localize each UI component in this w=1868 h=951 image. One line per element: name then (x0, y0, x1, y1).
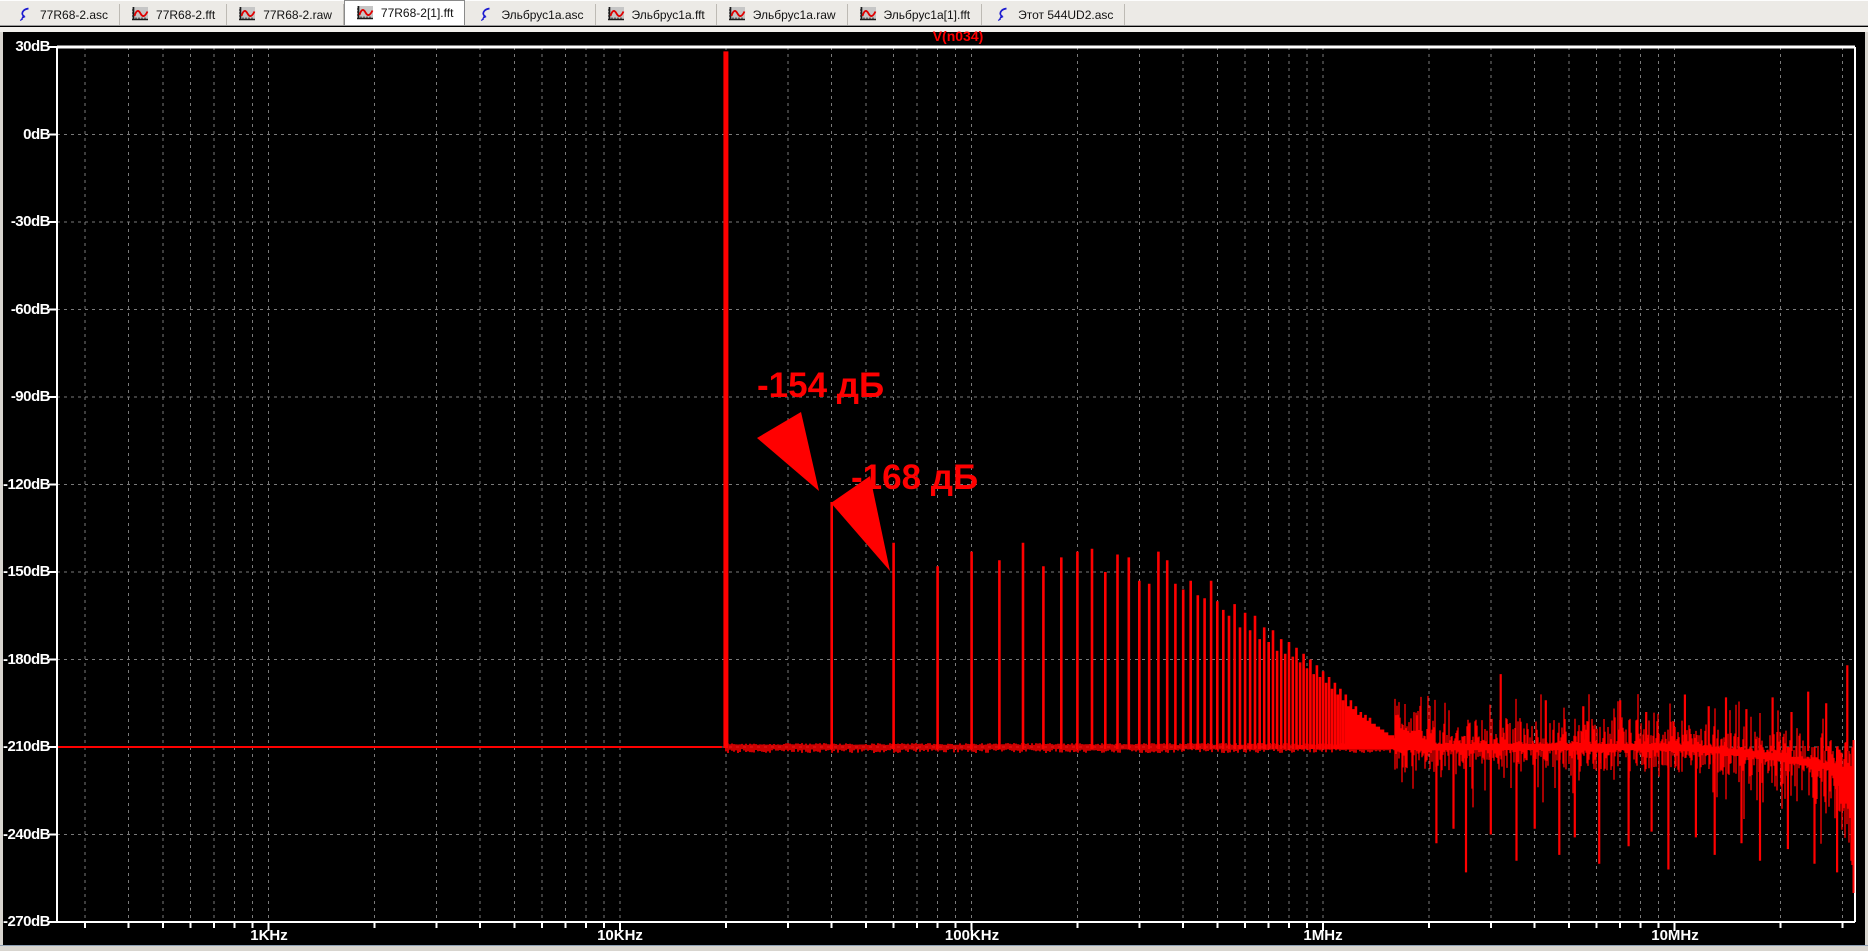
window-frame-left (0, 32, 3, 945)
waveform-icon (356, 5, 374, 21)
annotation-text-2: -168 дБ (851, 458, 979, 497)
y-axis-label: -120dB (2, 476, 51, 493)
y-axis-label: -180dB (2, 651, 51, 668)
tab-77r68-2-1-fft[interactable]: 77R68-2[1].fft (343, 0, 466, 25)
y-axis-label: 0dB (23, 126, 50, 143)
y-axis-label: -270dB (2, 913, 51, 930)
y-axis-label: -210dB (2, 738, 51, 755)
y-axis-label: -240dB (2, 826, 51, 843)
trace-label[interactable]: V(n034) (888, 29, 1028, 44)
x-axis-label: 100KHz (944, 927, 1000, 944)
y-axis-label: -150dB (2, 563, 51, 580)
y-axis-label: -60dB (10, 301, 51, 318)
waveform-viewer-window: 77R68-2.asc 77R68-2.fft 77R68-2.raw 77R6… (0, 0, 1868, 951)
annotation-text-1: -154 дБ (757, 366, 885, 405)
tab-label: 77R68-2[1].fft (380, 6, 454, 20)
x-axis-label: 10KHz (597, 927, 643, 944)
y-axis-label: -90dB (10, 388, 51, 405)
annotation-arrow-1 (757, 412, 819, 491)
x-axis-label: 1MHz (1303, 927, 1343, 944)
x-axis-label: 10MHz (1651, 927, 1699, 944)
y-axis-label: 30dB (15, 38, 50, 55)
y-axis-label: -30dB (10, 213, 51, 230)
x-axis-label: 1KHz (250, 927, 288, 944)
window-frame-bottom (0, 945, 1868, 951)
